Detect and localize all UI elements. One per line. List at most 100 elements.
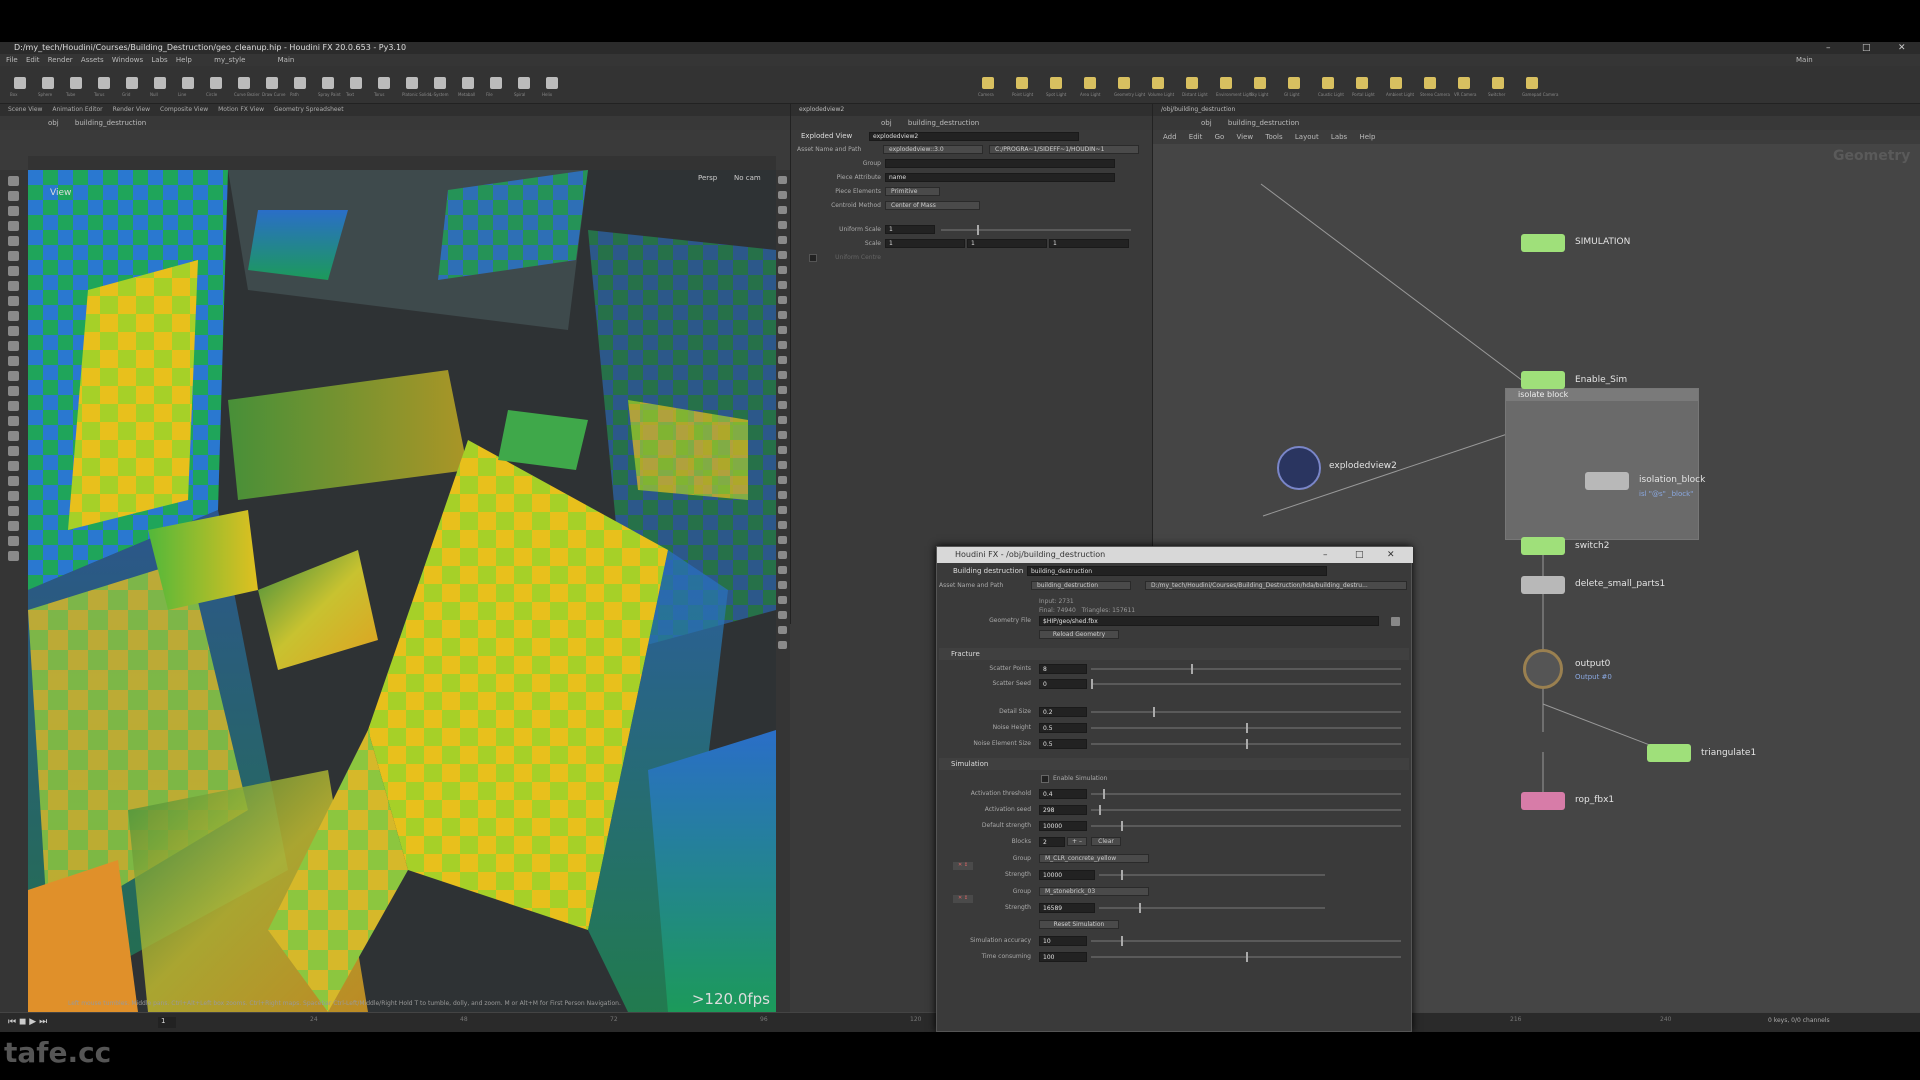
- display-option-icon[interactable]: [778, 356, 787, 364]
- light-tool-icon[interactable]: [1526, 77, 1538, 89]
- float-close-icon[interactable]: ✕: [1387, 547, 1395, 563]
- viewport-tool-icon[interactable]: [8, 536, 19, 546]
- tab-composite-view[interactable]: Composite View: [160, 106, 208, 113]
- path-obj[interactable]: obj: [48, 119, 59, 127]
- group-field[interactable]: [885, 159, 1115, 168]
- light-tool-icon[interactable]: [1356, 77, 1368, 89]
- display-option-icon[interactable]: [778, 311, 787, 319]
- scatter-seed-slider[interactable]: [1091, 679, 1401, 689]
- shelf-tool-icon[interactable]: [490, 77, 502, 89]
- viewport-tool-icon[interactable]: [8, 296, 19, 306]
- fracture-section-header[interactable]: Fracture: [939, 648, 1409, 660]
- tab-animation-editor[interactable]: Animation Editor: [52, 106, 102, 113]
- float-asset-path[interactable]: D:/my_tech/Houdini/Courses/Building_Dest…: [1145, 581, 1407, 590]
- tab-motion-fx-view[interactable]: Motion FX View: [218, 106, 264, 113]
- menu-labs[interactable]: Labs: [151, 56, 167, 64]
- viewport-tool-icon[interactable]: [8, 551, 19, 561]
- params-tab[interactable]: explodedview2: [791, 104, 1153, 116]
- viewport-tool-icon[interactable]: [8, 176, 19, 186]
- block2-group-dropdown[interactable]: M_stonebrick_03: [1039, 887, 1149, 896]
- light-tool-icon[interactable]: [1050, 77, 1062, 89]
- blocks-field[interactable]: 2: [1039, 837, 1065, 847]
- reset-simulation-button[interactable]: Reset Simulation: [1039, 920, 1119, 929]
- shelf-tool-icon[interactable]: [154, 77, 166, 89]
- viewport-tool-icon[interactable]: [8, 356, 19, 366]
- viewport-tool-icon[interactable]: [8, 206, 19, 216]
- viewport-tool-icon[interactable]: [8, 506, 19, 516]
- piece-attribute-field[interactable]: name: [885, 173, 1115, 182]
- geometry-file-field[interactable]: $HIP/geo/shed.fbx: [1039, 616, 1379, 626]
- float-minimize-icon[interactable]: –: [1323, 547, 1328, 563]
- display-option-icon[interactable]: [778, 431, 787, 439]
- viewport-tool-icon[interactable]: [8, 311, 19, 321]
- light-tool-icon[interactable]: [1186, 77, 1198, 89]
- shelf-tool-icon[interactable]: [294, 77, 306, 89]
- scale-x-field[interactable]: 1: [885, 239, 965, 248]
- viewport-tool-icon[interactable]: [8, 236, 19, 246]
- detail-size-field[interactable]: 0.2: [1039, 707, 1087, 717]
- float-node-name[interactable]: building_destruction: [1027, 566, 1327, 576]
- menu-assets[interactable]: Assets: [81, 56, 104, 64]
- scatter-points-slider[interactable]: [1091, 664, 1401, 674]
- tab-scene-view[interactable]: Scene View: [8, 106, 42, 113]
- viewport-tool-icon[interactable]: [8, 401, 19, 411]
- viewport-tool-icon[interactable]: [8, 191, 19, 201]
- shelf-tool-icon[interactable]: [98, 77, 110, 89]
- desktop-selector[interactable]: my_style: [214, 56, 245, 64]
- scale-y-field[interactable]: 1: [967, 239, 1047, 248]
- light-tool-icon[interactable]: [1016, 77, 1028, 89]
- shelf-tool-icon[interactable]: [434, 77, 446, 89]
- main-selector-left[interactable]: Main: [278, 56, 295, 64]
- menu-file[interactable]: File: [6, 56, 18, 64]
- shelf-tool-icon[interactable]: [350, 77, 362, 89]
- menu-edit[interactable]: Edit: [26, 56, 40, 64]
- centroid-method-dropdown[interactable]: Center of Mass: [885, 201, 980, 210]
- scatter-seed-field[interactable]: 0: [1039, 679, 1087, 689]
- piece-elements-dropdown[interactable]: Primitive: [885, 187, 940, 196]
- shelf-tool-icon[interactable]: [126, 77, 138, 89]
- blocks-add-remove[interactable]: + –: [1067, 837, 1087, 846]
- block2-strength-slider[interactable]: [1099, 903, 1325, 913]
- light-tool-icon[interactable]: [1220, 77, 1232, 89]
- blocks-clear-button[interactable]: Clear: [1091, 837, 1121, 846]
- display-option-icon[interactable]: [778, 566, 787, 574]
- enable-simulation-checkbox[interactable]: [1041, 775, 1049, 783]
- viewport-view-label[interactable]: View: [50, 188, 71, 198]
- display-option-icon[interactable]: [778, 386, 787, 394]
- params-node-name[interactable]: explodedview2: [869, 132, 1079, 141]
- display-option-icon[interactable]: [778, 521, 787, 529]
- shelf-tool-icon[interactable]: [406, 77, 418, 89]
- shelf-tool-icon[interactable]: [70, 77, 82, 89]
- default-strength-slider[interactable]: [1091, 821, 1401, 831]
- shelf-tool-icon[interactable]: [238, 77, 250, 89]
- light-tool-icon[interactable]: [1084, 77, 1096, 89]
- scatter-points-field[interactable]: 8: [1039, 664, 1087, 674]
- shelf-tool-icon[interactable]: [210, 77, 222, 89]
- light-tool-icon[interactable]: [982, 77, 994, 89]
- display-option-icon[interactable]: [778, 506, 787, 514]
- scene-viewport[interactable]: View Persp No cam Left mouse tumbles. Mi…: [28, 170, 776, 1012]
- noise-element-size-field[interactable]: 0.5: [1039, 739, 1087, 749]
- display-option-icon[interactable]: [778, 611, 787, 619]
- light-tool-icon[interactable]: [1390, 77, 1402, 89]
- block1-remove-icon[interactable]: ✕ ↕: [953, 862, 973, 870]
- tab-render-view[interactable]: Render View: [113, 106, 151, 113]
- float-maximize-icon[interactable]: □: [1355, 547, 1364, 563]
- display-option-icon[interactable]: [778, 536, 787, 544]
- viewport-tool-icon[interactable]: [8, 521, 19, 531]
- viewport-tool-icon[interactable]: [8, 461, 19, 471]
- display-option-icon[interactable]: [778, 281, 787, 289]
- light-tool-icon[interactable]: [1152, 77, 1164, 89]
- display-option-icon[interactable]: [778, 326, 787, 334]
- scale-z-field[interactable]: 1: [1049, 239, 1129, 248]
- activation-seed-field[interactable]: 298: [1039, 805, 1087, 815]
- block2-remove-icon[interactable]: ✕ ↕: [953, 895, 973, 903]
- close-icon[interactable]: ✕: [1898, 42, 1906, 54]
- params-path-node[interactable]: building_destruction: [908, 119, 979, 127]
- shelf-tool-icon[interactable]: [266, 77, 278, 89]
- viewport-tool-icon[interactable]: [8, 371, 19, 381]
- shelf-tool-icon[interactable]: [546, 77, 558, 89]
- float-asset-value[interactable]: building_destruction: [1031, 581, 1131, 590]
- menu-render[interactable]: Render: [48, 56, 73, 64]
- display-option-icon[interactable]: [778, 596, 787, 604]
